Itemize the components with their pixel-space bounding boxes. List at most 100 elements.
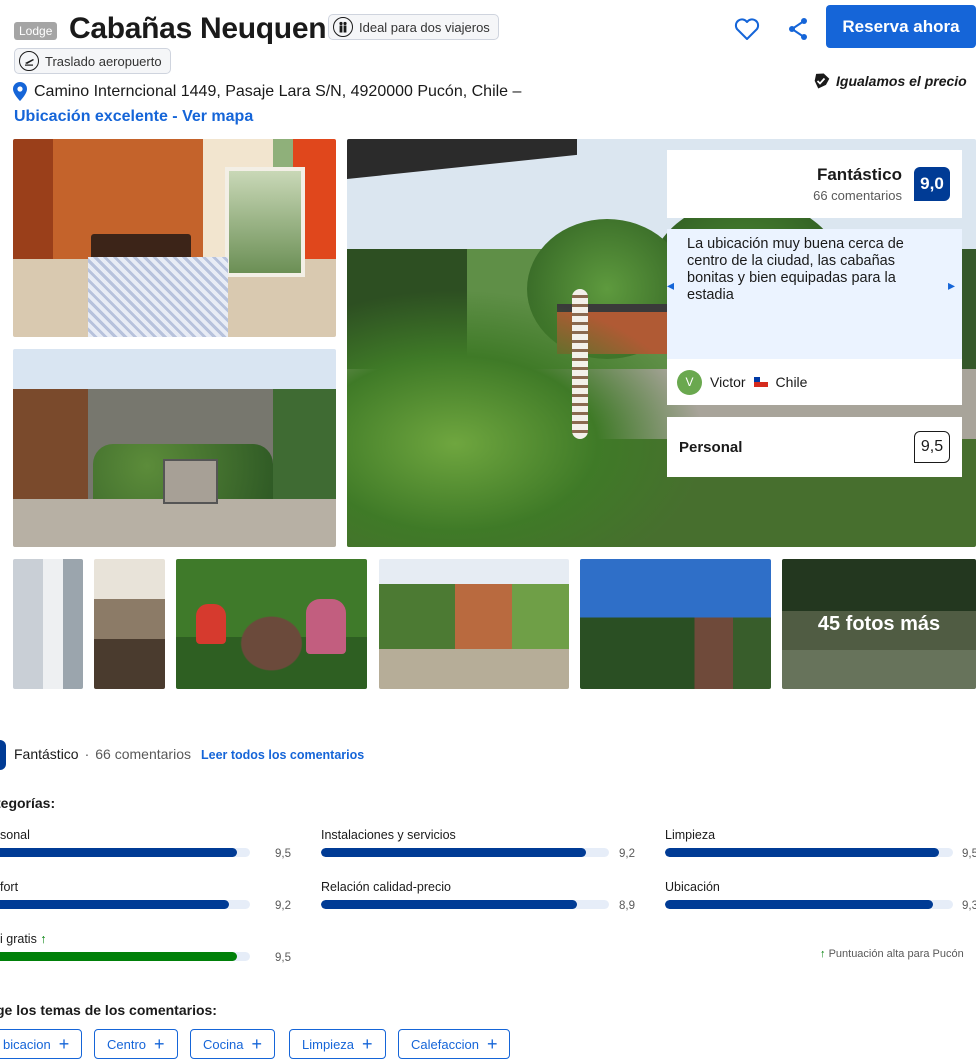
category-bar — [665, 900, 953, 909]
category-bar-fill — [0, 952, 237, 961]
review-count: 66 comentarios — [813, 188, 902, 203]
category-bar — [321, 900, 609, 909]
topic-chip[interactable]: Cocina + — [190, 1029, 275, 1059]
topic-label: Cocina — [203, 1036, 244, 1052]
author-country: Chile — [775, 374, 808, 390]
arrow-up-icon: ↑ — [36, 932, 47, 946]
thumbnail-garden[interactable] — [580, 559, 771, 689]
category-label: Relación calidad-precio — [321, 880, 451, 894]
lodge-badge: Lodge — [14, 22, 58, 40]
topics-title: ge los temas de los comentarios: — [0, 1002, 217, 1018]
review-word: Fantástico — [816, 165, 902, 184]
chevron-left-icon[interactable]: ◂ — [667, 277, 677, 297]
category-score: 9,3 — [962, 900, 976, 912]
category-score: 9,2 — [275, 900, 291, 912]
window — [225, 167, 305, 277]
category-score: 9,5 — [275, 848, 291, 860]
topic-chip[interactable]: bicacion + — [0, 1029, 83, 1059]
category-label: i gratis ↑ — [0, 932, 47, 946]
location-pin-icon — [12, 82, 28, 102]
category-bar-fill — [665, 848, 939, 857]
summary-score-badge — [0, 740, 6, 770]
topic-chip[interactable]: Calefaccion + — [398, 1029, 511, 1059]
category-bar — [0, 900, 250, 909]
address: Camino Interncional 1449, Pasaje Lara S/… — [12, 82, 521, 102]
category-bar — [0, 952, 250, 961]
avatar: V — [677, 369, 702, 395]
ideal-travelers-icon — [333, 17, 353, 37]
category-bar-fill — [665, 900, 933, 909]
plant — [347, 289, 707, 547]
roof — [347, 139, 577, 179]
high-score-note: ↑ Puntuación alta para Pucón — [820, 948, 964, 960]
category-score: 8,9 — [619, 900, 635, 912]
bedsheet — [88, 257, 228, 337]
plus-icon: + — [362, 1034, 373, 1054]
price-match-label: Igualamos el precio — [836, 73, 967, 89]
category-bar — [665, 848, 953, 857]
topic-label: Centro — [107, 1036, 147, 1052]
read-all-reviews-link[interactable]: Leer todos los comentarios — [201, 748, 364, 762]
category-bar-fill — [321, 848, 586, 857]
thumbnail-more-photos[interactable]: 45 fotos más — [782, 559, 976, 689]
category-bar — [321, 848, 609, 857]
airport-shuttle-label: Traslado aeropuerto — [45, 53, 162, 69]
summary-line: Fantástico · 66 comentarios Leer todos l… — [14, 746, 364, 762]
review-quote-text: La ubicación muy buena cerca de centro d… — [687, 236, 904, 303]
topic-chip[interactable]: Limpieza + — [289, 1029, 386, 1059]
patio-table — [163, 459, 218, 504]
chile-flag-icon — [753, 377, 768, 387]
ideal-travelers-badge: Ideal para dos viajeros — [328, 14, 499, 40]
thumbnail-family[interactable] — [176, 559, 367, 689]
thumbnail-cabins[interactable] — [379, 559, 569, 689]
flower-stalk — [572, 289, 588, 439]
summary-count: 66 comentarios — [95, 746, 191, 762]
thumbnail-kitchen[interactable] — [94, 559, 165, 689]
category-label: sonal — [0, 828, 30, 842]
topic-chip[interactable]: Centro + — [94, 1029, 178, 1059]
photo-patio[interactable] — [13, 349, 336, 547]
category-score: 9,5 — [962, 848, 976, 860]
heart-icon[interactable] — [732, 14, 762, 44]
person — [196, 604, 226, 644]
more-photos-label: 45 fotos más — [782, 559, 976, 689]
topic-label: Calefaccion — [411, 1036, 479, 1052]
photo-bedroom[interactable] — [13, 139, 336, 337]
price-match[interactable]: Igualamos el precio — [812, 72, 967, 90]
high-score-label: Puntuación alta para Pucón — [828, 948, 964, 960]
category-highlight-label: Personal — [679, 438, 743, 456]
thumbnail-bathroom[interactable] — [13, 559, 83, 689]
arrow-up-icon: ↑ — [820, 948, 826, 960]
share-icon[interactable] — [786, 16, 810, 42]
category-label: Ubicación — [665, 880, 720, 894]
plus-icon: + — [154, 1034, 165, 1054]
plus-icon: + — [251, 1034, 262, 1054]
category-score: 9,2 — [619, 848, 635, 860]
summary-word: Fantástico — [14, 746, 79, 762]
hotel-name: Cabañas Neuquen — [69, 12, 327, 45]
review-author: V Victor Chile — [667, 359, 962, 405]
review-quote: ◂ La ubicación muy buena cerca de centro… — [667, 229, 962, 359]
category-bar — [0, 848, 250, 857]
chevron-right-icon[interactable]: ▸ — [948, 277, 958, 297]
plus-icon: + — [486, 1034, 498, 1054]
topic-label: bicacion — [3, 1036, 51, 1052]
category-bar-fill — [0, 900, 230, 909]
reserve-button[interactable]: Reserva ahora — [826, 5, 976, 48]
summary-separator: · — [84, 746, 90, 762]
category-label: fort — [0, 880, 19, 894]
category-bar-fill — [0, 848, 237, 857]
author-name: Victor — [710, 374, 746, 390]
category-label: Instalaciones y servicios — [321, 828, 456, 842]
categories-title: tegorías: — [0, 795, 56, 811]
plus-icon: + — [58, 1034, 70, 1054]
airport-shuttle-badge: Traslado aeropuerto — [14, 48, 171, 74]
ideal-travelers-label: Ideal para dos viajeros — [359, 19, 490, 35]
review-score-header[interactable]: Fantástico 66 comentarios 9,0 — [667, 150, 962, 218]
score-badge: 9,0 — [914, 167, 950, 201]
airport-shuttle-icon — [19, 51, 39, 71]
map-link[interactable]: Ubicación excelente - Ver mapa — [14, 108, 253, 126]
topic-label: Limpieza — [302, 1036, 355, 1052]
category-bar-fill — [321, 900, 578, 909]
person — [306, 599, 346, 654]
